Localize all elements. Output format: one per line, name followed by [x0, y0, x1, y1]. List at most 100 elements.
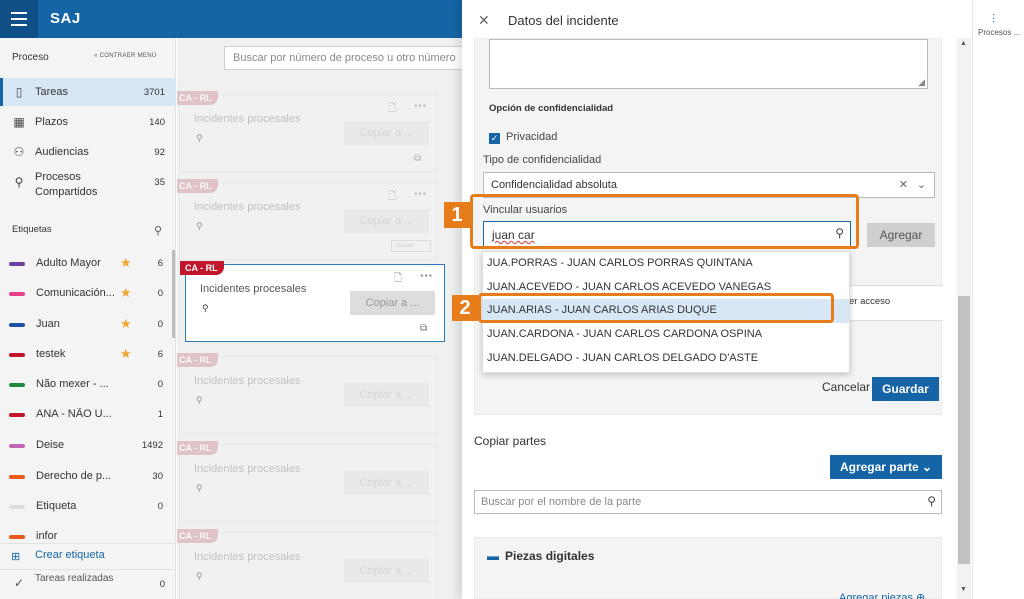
copy-to-button[interactable]: Copiar a ... [344, 383, 429, 407]
star-icon[interactable]: ★ [120, 255, 132, 271]
close-icon[interactable]: ✕ [478, 12, 490, 29]
done-tasks-label: Tareas realizadas [35, 573, 114, 584]
tag-item[interactable]: Derecho de p... 30 [0, 462, 176, 492]
process-search-input[interactable]: Buscar por número de proceso u otro núme… [224, 46, 462, 70]
panel-scrollbar[interactable]: ▲ ▼ [957, 38, 971, 599]
add-pieces-link[interactable]: Agregar piezas ⊕ [839, 591, 925, 599]
shared-icon: ⚲ [14, 175, 24, 189]
search-icon[interactable]: ⚲ [154, 224, 162, 237]
task-card[interactable]: CA - RL 🗋 ··· Incidentes procesales ⚲ Co… [177, 91, 437, 172]
chevron-down-icon[interactable]: ⌄ [917, 178, 926, 191]
clear-icon[interactable]: ✕ [899, 178, 908, 191]
tag-item[interactable]: ANA - NÃO U... 1 [0, 400, 176, 430]
tag-color-swatch [9, 475, 25, 479]
copy-to-button[interactable]: Copiar a ... [344, 559, 429, 583]
rail-label[interactable]: Procesos ... [978, 28, 1020, 37]
panel-title: Datos del incidente [508, 13, 619, 28]
document-icon[interactable]: 🗋 [388, 101, 396, 118]
part-search-input[interactable]: Buscar por el nombre de la parte ⚲ [474, 490, 942, 514]
tag-item[interactable]: testek ★ 6 [0, 340, 176, 370]
collapse-menu-button[interactable]: « CONTRAER MENÚ [94, 53, 157, 59]
star-icon[interactable]: ★ [120, 346, 132, 362]
task-card[interactable]: CA - RL Incidentes procesales ⚲ Copiar a… [177, 441, 437, 522]
share-icon[interactable]: ⧉ [420, 323, 427, 334]
tag-label: infor [36, 530, 58, 542]
tag-count: 1492 [141, 440, 163, 451]
tag-color-swatch [9, 353, 25, 357]
tag-item[interactable]: Não mexer - ... 0 [0, 370, 176, 400]
copy-to-button[interactable]: Copiar a ... [350, 291, 435, 315]
search-icon[interactable]: ⚲ [927, 494, 936, 508]
tag-count: 0 [157, 288, 163, 299]
more-icon[interactable]: ··· [420, 268, 433, 283]
tag-count: 1 [157, 409, 163, 420]
task-badge: CA - RL [177, 353, 218, 367]
share-icon[interactable]: ⧉ [414, 153, 421, 164]
tag-count: 6 [157, 349, 163, 360]
callout-number-2: 2 [452, 295, 478, 321]
task-card[interactable]: CA - RL Incidentes procesales ⚲ Copiar a… [177, 353, 437, 434]
tag-count: 0 [157, 501, 163, 512]
privacy-checkbox[interactable]: ✓ Privacidad [489, 131, 557, 144]
menu-icon[interactable] [0, 0, 38, 38]
sidebar-scrollbar[interactable] [172, 250, 175, 338]
sidebar-item-audiencias[interactable]: ⚇ Audiencias 92 [0, 138, 176, 166]
task-card[interactable]: CA - RL Incidentes procesales ⚲ Copiar a… [177, 529, 437, 599]
done-tasks-item[interactable]: ✓ Tareas realizadas 0 [0, 569, 176, 599]
tag-item[interactable]: Comunicación... ★ 0 [0, 279, 176, 309]
tag-item[interactable]: infor [0, 522, 176, 542]
sidebar-item-tareas[interactable]: ▯ Tareas 3701 [0, 78, 176, 106]
scroll-down-icon[interactable]: ▼ [960, 586, 967, 593]
tag-item[interactable]: Deise 1492 [0, 431, 176, 461]
user-suggestion-item[interactable]: JUAN.CARDONA - JUAN CARLOS CARDONA OSPIN… [483, 323, 849, 347]
more-icon[interactable]: ··· [414, 98, 427, 113]
sidebar-item-label: Audiencias [35, 146, 89, 158]
copy-to-button[interactable]: Copiar a ... [344, 121, 429, 145]
task-title: Incidentes procesales [194, 201, 301, 213]
cancel-button[interactable]: Cancelar [822, 380, 870, 394]
more-icon[interactable]: ··· [414, 186, 427, 201]
scrollbar-thumb[interactable] [958, 296, 970, 564]
document-icon[interactable]: 🗋 [394, 271, 402, 288]
tag-item[interactable]: Adulto Mayor ★ 6 [0, 249, 176, 279]
process-tree-icon[interactable]: ⫶ [992, 12, 995, 27]
tag-count: 30 [152, 471, 163, 482]
task-card[interactable]: CA - RL 🗋 ··· Incidentes procesales ⚲ Co… [177, 179, 437, 260]
save-button[interactable]: Guardar [872, 377, 939, 401]
star-icon[interactable]: ★ [120, 316, 132, 332]
create-tag-button[interactable]: ⊞ Crear etiqueta [0, 543, 176, 567]
tag-label: ANA - NÃO U... [36, 408, 112, 420]
checkbox-checked-icon[interactable]: ✓ [489, 133, 500, 144]
scroll-up-icon[interactable]: ▲ [960, 40, 967, 47]
task-badge: CA - RL [177, 441, 218, 455]
document-icon[interactable]: 🗋 [388, 189, 396, 206]
copy-parts-label: Copiar partes [474, 434, 547, 448]
callout-box-2 [478, 293, 834, 323]
tag-label: Deise [36, 439, 65, 451]
sidebar-item-plazos[interactable]: ▦ Plazos 140 [0, 108, 176, 136]
copy-to-button[interactable]: Copiar a ... [344, 471, 429, 495]
star-icon[interactable]: ★ [120, 285, 132, 301]
task-list: Buscar por número de proceso u otro núme… [177, 38, 462, 599]
sidebar-header: Proceso « CONTRAER MENÚ [0, 38, 176, 78]
confidentiality-type-label: Tipo de confidencialidad [483, 154, 602, 166]
confidentiality-type-value: Confidencialidad absoluta [491, 179, 617, 191]
tag-chip: ssssss [391, 240, 431, 252]
resize-grip-icon[interactable]: ◢ [918, 77, 925, 88]
calendar-icon: ▦ [13, 115, 25, 129]
add-part-button[interactable]: Agregar parte ⌄ [830, 455, 942, 479]
tag-item[interactable]: Etiqueta 0 [0, 492, 176, 522]
task-card-selected[interactable]: CA - RL 🗋 ··· Incidentes procesales ⚲ Co… [180, 261, 445, 342]
tag-count: 0 [157, 379, 163, 390]
tasks-icon: ▯ [15, 85, 23, 99]
sidebar: Proceso « CONTRAER MENÚ ▯ Tareas 3701 ▦ … [0, 38, 176, 599]
sidebar-item-procesos-compartidos[interactable]: ⚲ Procesos Compartidos 35 [0, 168, 176, 202]
tag-item[interactable]: Juan ★ 0 [0, 310, 176, 340]
user-suggestion-item[interactable]: JUA.PORRAS - JUAN CARLOS PORRAS QUINTANA [483, 252, 849, 276]
copy-to-button[interactable]: Copiar a ... [344, 209, 429, 233]
description-textarea[interactable]: ◢ [489, 39, 928, 89]
labels-title: Etiquetas [12, 224, 52, 235]
add-user-button[interactable]: Agregar [867, 223, 935, 247]
tag-color-swatch [9, 535, 25, 539]
user-suggestion-item[interactable]: JUAN.DELGADO - JUAN CARLOS DELGADO D'AST… [483, 347, 849, 371]
